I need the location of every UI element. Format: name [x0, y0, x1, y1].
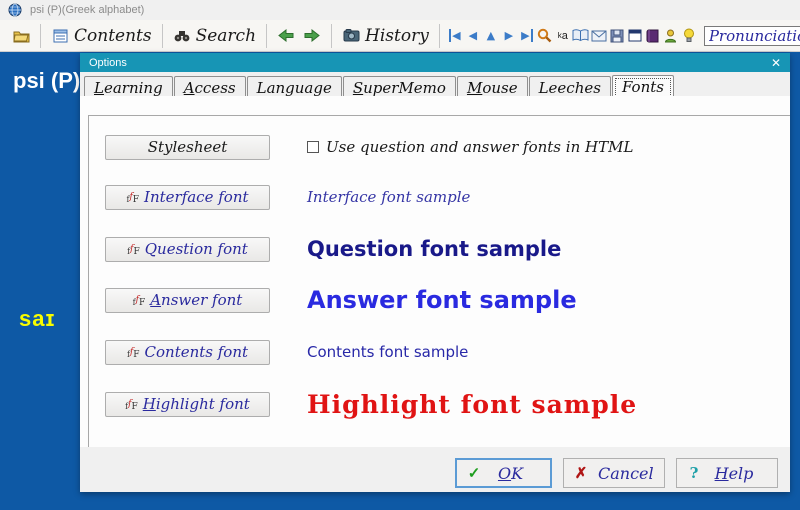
main-toolbar: Contents Search History — [0, 20, 800, 52]
cancel-button[interactable]: ✗ Cancel — [563, 458, 665, 488]
history-button[interactable]: History — [338, 26, 433, 46]
cross-icon: ✗ — [564, 464, 598, 482]
window-icon[interactable] — [626, 28, 644, 44]
dialog-title: Options — [89, 57, 127, 69]
parent-element-icon[interactable] — [482, 29, 500, 42]
button-label: Highlight font — [143, 395, 250, 413]
question-mark-icon: ? — [677, 464, 711, 482]
question-font-sample: Question font sample — [307, 237, 561, 261]
save-icon[interactable] — [608, 28, 626, 44]
stylesheet-button[interactable]: Stylesheet — [105, 135, 270, 160]
toolbar-separator — [266, 24, 267, 48]
last-element-icon[interactable] — [518, 29, 536, 42]
previous-element-icon[interactable] — [464, 29, 482, 42]
font-icon — [126, 190, 139, 205]
highlight-font-button[interactable]: Highlight font — [105, 392, 270, 417]
button-label: OK — [491, 464, 530, 483]
interface-font-button[interactable]: Interface font — [105, 185, 270, 210]
button-label: Interface font — [144, 188, 248, 206]
open-collection-button[interactable] — [8, 28, 34, 44]
answer-font-button[interactable]: Answer font — [105, 288, 270, 313]
help-button[interactable]: ? Help — [676, 458, 778, 488]
lightbulb-icon[interactable] — [680, 28, 698, 44]
button-label: Question font — [145, 240, 248, 258]
html-fonts-option: Use question and answer fonts in HTML — [307, 138, 633, 156]
answer-font-sample: Answer font sample — [307, 286, 577, 314]
fonts-tab-sheet: Stylesheet Use question and answer fonts… — [80, 96, 790, 447]
button-label: Help — [711, 464, 757, 483]
font-icon — [133, 293, 146, 308]
ok-button[interactable]: ✓ OK — [455, 458, 552, 488]
globe-icon — [6, 2, 24, 18]
tab-label: Leeches — [539, 79, 601, 97]
back-arrow-icon — [277, 28, 295, 44]
font-icon — [127, 345, 140, 360]
button-label: Answer font — [150, 291, 242, 309]
contents-icon — [51, 28, 69, 44]
dialog-footer: ✓ OK ✗ Cancel ? Help — [80, 447, 790, 492]
highlight-font-sample: Highlight font sample — [307, 390, 637, 419]
toolbar-separator — [162, 24, 163, 48]
element-title-input[interactable] — [704, 26, 800, 46]
search-button[interactable]: Search — [169, 26, 260, 46]
user-icon[interactable] — [662, 28, 680, 44]
forward-arrow-icon — [303, 28, 321, 44]
html-fonts-checkbox[interactable] — [307, 141, 319, 153]
stylesheet-row: Stylesheet Use question and answer fonts… — [105, 134, 765, 160]
close-icon[interactable]: ✕ — [771, 56, 781, 70]
contents-font-row: Contents font Contents font sample — [105, 339, 765, 365]
toolbar-separator — [331, 24, 332, 48]
interface-font-row: Interface font Interface font sample — [105, 184, 765, 210]
app-titlebar: psi (P)(Greek alphabet) — [0, 0, 800, 20]
window-title: psi (P)(Greek alphabet) — [30, 4, 144, 16]
check-icon: ✓ — [457, 464, 491, 482]
font-icon — [125, 397, 138, 412]
contents-font-sample: Contents font sample — [307, 343, 468, 361]
tab-label: Fonts — [622, 78, 664, 96]
answer-font-row: Answer font Answer font sample — [105, 287, 765, 313]
button-label: Contents font — [145, 343, 249, 361]
next-element-icon[interactable] — [500, 29, 518, 42]
highlight-font-row: Highlight font Highlight font sample — [105, 391, 765, 417]
button-label: Stylesheet — [148, 138, 228, 156]
question-font-row: Question font Question font sample — [105, 236, 765, 262]
search-label: Search — [196, 26, 256, 46]
question-font-button[interactable]: Question font — [105, 237, 270, 262]
contents-font-button[interactable]: Contents font — [105, 340, 270, 365]
tab-label: Learning — [94, 79, 163, 97]
magnifier-icon[interactable] — [536, 28, 554, 44]
spell-pad-icon[interactable] — [554, 28, 572, 44]
lexicon-book-icon[interactable] — [644, 28, 662, 44]
element-question-text: psi (P) — [13, 68, 80, 94]
interface-font-sample: Interface font sample — [307, 188, 470, 206]
first-element-icon[interactable] — [446, 29, 464, 42]
app-window: { "app": { "titlebar": { "title": "psi (… — [0, 0, 800, 510]
tab-label: Mouse — [467, 79, 518, 97]
element-answer-text: saɪ — [19, 306, 55, 332]
font-icon — [127, 242, 140, 257]
toolbar-separator — [439, 24, 440, 48]
forward-button[interactable] — [299, 28, 325, 44]
back-button[interactable] — [273, 28, 299, 44]
dialog-titlebar[interactable]: Options ✕ — [80, 53, 790, 72]
button-label: Cancel — [598, 464, 654, 483]
toolbar-separator — [40, 24, 41, 48]
html-fonts-checkbox-label: Use question and answer fonts in HTML — [326, 138, 633, 156]
history-label: History — [365, 26, 429, 46]
dictionary-open-icon[interactable] — [572, 28, 590, 44]
contents-label: Contents — [74, 26, 152, 46]
tab-label: SuperMemo — [353, 79, 446, 97]
binoculars-icon — [173, 28, 191, 44]
mail-icon[interactable] — [590, 28, 608, 44]
tab-label: Access — [184, 79, 236, 97]
history-icon — [342, 28, 360, 44]
contents-button[interactable]: Contents — [47, 26, 156, 46]
open-folder-icon — [12, 28, 30, 44]
options-dialog: Options ✕ Learning Access Language Super… — [80, 53, 790, 492]
tab-label: Language — [257, 79, 332, 97]
